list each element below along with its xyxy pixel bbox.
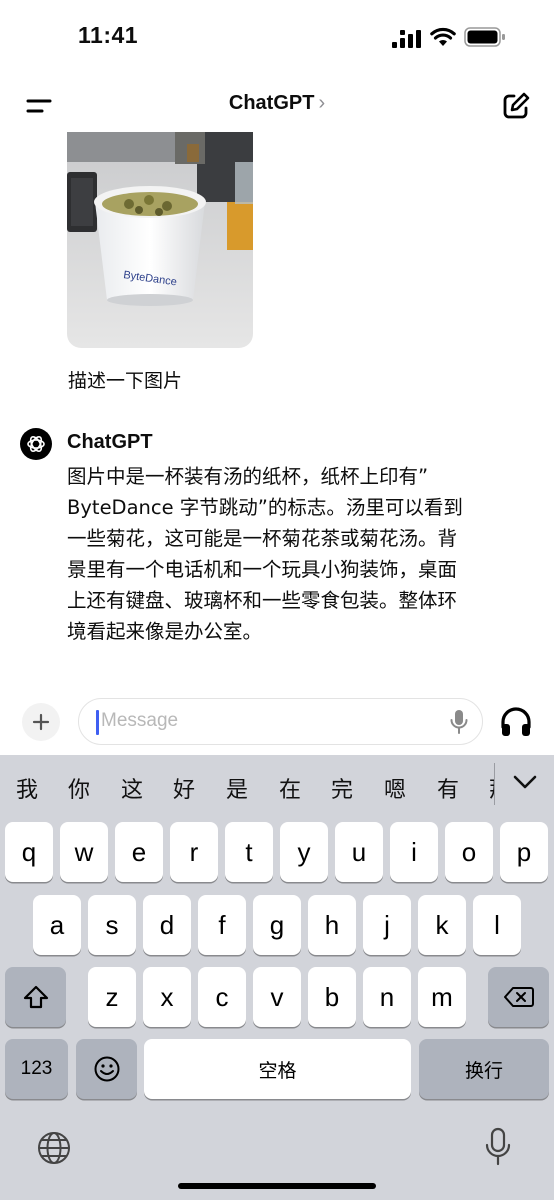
shift-key[interactable] [5, 967, 66, 1027]
key-y[interactable]: y [280, 822, 328, 882]
shift-icon [23, 985, 48, 1009]
battery-icon [464, 27, 505, 47]
key-s[interactable]: s [88, 895, 136, 955]
key-q[interactable]: q [5, 822, 53, 882]
candidate-word[interactable]: 有 [437, 772, 459, 804]
wifi-icon [430, 27, 456, 46]
candidate-word[interactable]: 完 [331, 772, 353, 804]
key-u[interactable]: u [335, 822, 383, 882]
candidate-word[interactable]: 这 [121, 772, 143, 804]
key-a[interactable]: a [33, 895, 81, 955]
key-t[interactable]: t [225, 822, 273, 882]
key-x[interactable]: x [143, 967, 191, 1027]
home-indicator [178, 1183, 376, 1189]
new-chat-icon[interactable] [500, 90, 532, 122]
emoji-icon [94, 1056, 119, 1082]
candidate-word[interactable]: 嗯 [384, 772, 406, 804]
status-bar: 11:41 [0, 0, 554, 80]
key-c[interactable]: c [198, 967, 246, 1027]
key-n[interactable]: n [363, 967, 411, 1027]
chevron-down-icon[interactable] [512, 773, 538, 791]
user-message: 描述一下图片 [68, 370, 183, 392]
chevron-right-icon: › [318, 92, 326, 114]
text-cursor [96, 710, 99, 735]
emoji-key[interactable] [76, 1039, 137, 1099]
assistant-line: 境看起来像是办公室。 [67, 620, 263, 643]
dictation-icon[interactable] [484, 1127, 512, 1167]
candidate-word[interactable]: 好 [173, 772, 195, 804]
candidate-divider [494, 763, 495, 805]
nav-bar: ChatGPT › [0, 80, 554, 132]
key-f[interactable]: f [198, 895, 246, 955]
status-time: 11:41 [78, 22, 139, 48]
uploaded-photo[interactable]: ByteDance [67, 132, 253, 348]
globe-icon[interactable] [36, 1130, 72, 1166]
key-w[interactable]: w [60, 822, 108, 882]
keyboard: 我 你 这 好 是 在 完 嗯 有 那 q w e r t y u i o p … [0, 755, 554, 1200]
key-g[interactable]: g [253, 895, 301, 955]
plus-icon [32, 713, 50, 731]
key-l[interactable]: l [473, 895, 521, 955]
attach-button[interactable] [22, 703, 60, 741]
key-p[interactable]: p [500, 822, 548, 882]
message-input[interactable]: Message [78, 698, 483, 745]
backspace-icon [503, 987, 534, 1007]
key-m[interactable]: m [418, 967, 466, 1027]
key-v[interactable]: v [253, 967, 301, 1027]
headphones-icon[interactable] [499, 705, 533, 739]
assistant-line: 上还有键盘、玻璃杯和一些零食包装。整体环 [67, 589, 458, 612]
key-b[interactable]: b [308, 967, 356, 1027]
key-r[interactable]: r [170, 822, 218, 882]
return-key[interactable]: 换行 [419, 1039, 549, 1099]
backspace-key[interactable] [488, 967, 549, 1027]
key-o[interactable]: o [445, 822, 493, 882]
candidate-bar: 我 你 这 好 是 在 完 嗯 有 那 [0, 755, 554, 815]
key-h[interactable]: h [308, 895, 356, 955]
assistant-line: ByteDance 字节跳动”的标志。汤里可以看到 [67, 496, 463, 519]
key-z[interactable]: z [88, 967, 136, 1027]
assistant-name: ChatGPT [67, 431, 153, 453]
numbers-key[interactable]: 123 [5, 1039, 68, 1099]
message-placeholder: Message [101, 710, 179, 731]
candidate-word[interactable]: 我 [16, 772, 38, 804]
model-selector[interactable]: ChatGPT › [0, 92, 554, 115]
assistant-message: 图片中是一杯装有汤的纸杯，纸杯上印有” ByteDance 字节跳动”的标志。汤… [67, 461, 537, 647]
candidate-word[interactable]: 是 [226, 772, 248, 804]
key-d[interactable]: d [143, 895, 191, 955]
signal-icon [392, 30, 421, 48]
key-e[interactable]: e [115, 822, 163, 882]
assistant-line: 图片中是一杯装有汤的纸杯，纸杯上印有” [67, 465, 429, 488]
candidate-word[interactable]: 你 [68, 772, 90, 804]
space-key[interactable]: 空格 [144, 1039, 411, 1099]
assistant-line: 景里有一个电话机和一个玩具小狗装饰，桌面 [67, 558, 458, 581]
candidate-word[interactable]: 在 [279, 772, 301, 804]
nav-title: ChatGPT [228, 92, 315, 114]
openai-logo-icon [20, 428, 52, 460]
mic-icon[interactable] [449, 709, 469, 735]
key-j[interactable]: j [363, 895, 411, 955]
assistant-line: 一些菊花，这可能是一杯菊花茶或菊花汤。背 [67, 527, 458, 550]
key-i[interactable]: i [390, 822, 438, 882]
key-k[interactable]: k [418, 895, 466, 955]
